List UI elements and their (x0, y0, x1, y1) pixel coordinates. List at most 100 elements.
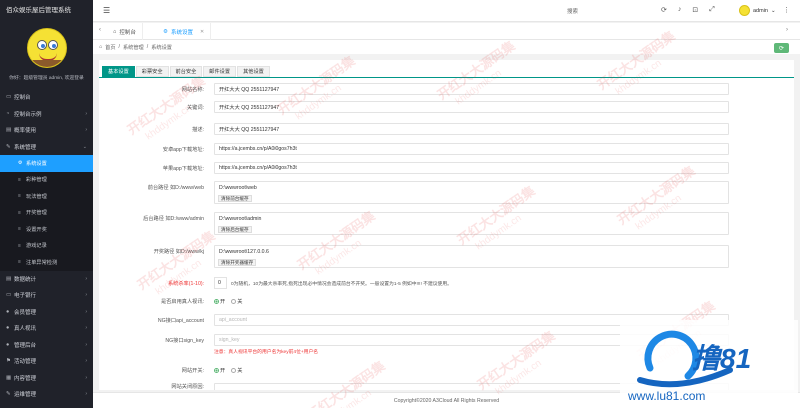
sidebar-item-4[interactable]: ⚙ 系统设置 (0, 155, 93, 172)
sidebar-item-16[interactable]: ⚑ 活动管理 › (0, 353, 93, 370)
sidebar-item-14[interactable]: ● 真人视讯 › (0, 320, 93, 337)
chevron-icon: › (85, 308, 87, 315)
user-name: admin (753, 7, 768, 14)
clear-admin-cache-button[interactable]: 清除后台缓存 (218, 226, 252, 233)
sidebar-item-label: 电子银行 (14, 293, 37, 300)
sidebar-item-label: 彩种管理 (26, 177, 47, 184)
user-menu[interactable]: admin ⌄ (739, 5, 776, 16)
sidebar-item-8[interactable]: ≡ 设置开奖 (0, 221, 93, 238)
tab-strip: ‹ ⌂ 控制台 ⚙ 系统设置 ✕ › (93, 23, 800, 40)
android-url-input[interactable]: https://a.jcembs.cn/p/A0i0gos7h3t (214, 143, 729, 155)
live-enable-radio-group: 开 关 (214, 298, 242, 305)
lu81-logo: 撸81 www.lu81.com (620, 320, 798, 406)
list-icon: ≡ (18, 193, 21, 200)
user-icon: ● (6, 341, 10, 348)
keywords-input[interactable]: 开红大大 QQ 2551127947 (214, 101, 729, 113)
sidebar-item-label: 真人视讯 (14, 326, 37, 333)
sidebar-item-10[interactable]: ≡ 注单异常检测 (0, 254, 93, 271)
search-link[interactable]: 搜索 (567, 7, 578, 15)
breadcrumb-home[interactable]: 首页 (105, 44, 115, 51)
header-icons: ⟳ ♪ ⊡ ⤢ (661, 6, 715, 14)
sidebar-item-label: 控制台示例 (14, 111, 42, 118)
sidebar-item-label: 内容管理 (14, 375, 37, 382)
kill-rate-input[interactable]: 0 (214, 277, 227, 289)
live-enable-on-radio[interactable]: 开 (214, 298, 225, 305)
user-avatar (739, 5, 750, 16)
breadcrumb-level1[interactable]: 系统管理 (123, 44, 144, 51)
sidebar-item-18[interactable]: ✎ 运维管理 › (0, 386, 93, 403)
admin-path-input[interactable]: D:\wwwroot\admin (214, 212, 729, 235)
sidebar-item-label: 玩法管理 (26, 193, 47, 200)
home-icon: ⌂ (99, 44, 103, 50)
front-path-input[interactable]: D:\wwwroot\web (214, 181, 729, 204)
sidebar-item-15[interactable]: ● 管理后台 › (0, 337, 93, 354)
site-switch-off-radio[interactable]: 关 (231, 367, 242, 374)
sidebar-item-0[interactable]: ▭ 控制台 (0, 89, 93, 106)
sidebar-item-6[interactable]: ≡ 玩法管理 (0, 188, 93, 205)
user-icon: ● (6, 325, 10, 332)
subtab-basic[interactable]: 基本设置 (102, 66, 135, 77)
sidebar-item-5[interactable]: ≡ 彩种管理 (0, 171, 93, 188)
tab-label: 系统设置 (170, 29, 193, 36)
sidebar-item-13[interactable]: ● 会员管理 › (0, 304, 93, 321)
live-enable-off-radio[interactable]: 关 (231, 298, 242, 305)
android-url-label: 安卓app下载地址: (162, 147, 204, 153)
refresh-button[interactable]: ⟳ (774, 43, 789, 53)
refresh-icon: ⟳ (778, 45, 785, 52)
tab-scroll-right-icon[interactable]: › (786, 27, 788, 33)
sidebar-item-7[interactable]: ≡ 开奖管理 (0, 204, 93, 221)
dashboard-icon: ◔ (6, 110, 10, 117)
sidebar-item-17[interactable]: ▦ 内容管理 › (0, 370, 93, 387)
sidebar-item-label: 开奖管理 (26, 210, 47, 217)
front-path-label: 前台路径 如D:/www/web (147, 185, 204, 191)
subtab-lottery-security[interactable]: 彩票安全 (135, 66, 169, 77)
site-switch-radio-group: 开 关 (214, 367, 242, 374)
sidebar-item-3[interactable]: ✎ 系统管理 ⌄ (0, 139, 93, 156)
chevron-icon: ⌄ (82, 143, 87, 150)
bell-icon[interactable]: ♪ (678, 6, 682, 14)
sidebar-item-2[interactable]: ▤ 概率使用 › (0, 122, 93, 139)
more-icon[interactable]: ⋮ (783, 6, 790, 14)
clear-front-cache-button[interactable]: 清除前台缓存 (218, 195, 252, 202)
ng-account-label: NG接口api_account (157, 318, 204, 324)
draw-path-input[interactable]: D:\wwwroot\127.0.0.6 (214, 245, 729, 268)
site-name-input[interactable]: 开红大大 QQ 2551127947 (214, 83, 729, 95)
clear-draw-cache-button[interactable]: 清除开奖器缓存 (218, 259, 257, 266)
logo-text: 撸81 (692, 343, 751, 374)
logo-url: www.lu81.com (627, 389, 705, 403)
tab-scroll-left-icon[interactable]: ‹ (99, 27, 101, 33)
fullscreen-icon[interactable]: ⤢ (709, 6, 715, 14)
ng-sign-label: NG接口sign_key (165, 338, 204, 344)
card-icon: ▭ (6, 292, 12, 299)
lock-icon[interactable]: ⊡ (692, 6, 698, 14)
sidebar-item-1[interactable]: ◔ 控制台示例 › (0, 106, 93, 123)
sidebar-item-label: 游戏记录 (26, 243, 47, 250)
gear-icon: ⚙ (163, 28, 168, 35)
chevron-down-icon: ⌄ (770, 7, 776, 14)
list-icon: ≡ (18, 242, 21, 249)
sidebar-item-9[interactable]: ≡ 游戏记录 (0, 237, 93, 254)
tab-console[interactable]: ⌂ 控制台 (107, 23, 143, 40)
settings-subtabs: 基本设置 彩票安全 前台安全 邮件设置 其他设置 (102, 66, 271, 77)
subtab-other[interactable]: 其他设置 (237, 66, 270, 77)
close-icon[interactable]: ✕ (200, 29, 204, 35)
subtab-mail[interactable]: 邮件设置 (203, 66, 237, 77)
close-reason-label: 网站关闭原因: (171, 384, 204, 390)
wrench-icon: ✎ (6, 143, 11, 150)
breadcrumb-sep: / (118, 44, 120, 50)
menu-toggle-icon[interactable]: ☰ (103, 6, 110, 15)
subtab-front-security[interactable]: 前台安全 (169, 66, 203, 77)
ng-sign-warning: 注意：真人视讯平台的用户名为key前4位+用户名 (214, 350, 319, 355)
sidebar-item-label: 系统管理 (14, 144, 37, 151)
description-input[interactable]: 开红大大 QQ 2551127947 (214, 123, 729, 135)
ios-url-input[interactable]: https://a.jcembs.cn/p/A0i0gos7h3t (214, 162, 729, 174)
sidebar-item-11[interactable]: ▤ 数据统计 › (0, 271, 93, 288)
chevron-icon: › (85, 374, 87, 381)
list-icon: ≡ (18, 226, 21, 233)
sidebar-item-12[interactable]: ▭ 电子银行 › (0, 287, 93, 304)
admin-path-label: 后台路径 如D:/www/admin (143, 216, 204, 222)
avatar[interactable] (26, 28, 67, 68)
refresh-icon[interactable]: ⟳ (661, 6, 667, 14)
tab-system-settings[interactable]: ⚙ 系统设置 ✕ (157, 23, 212, 40)
site-switch-on-radio[interactable]: 开 (214, 367, 225, 374)
